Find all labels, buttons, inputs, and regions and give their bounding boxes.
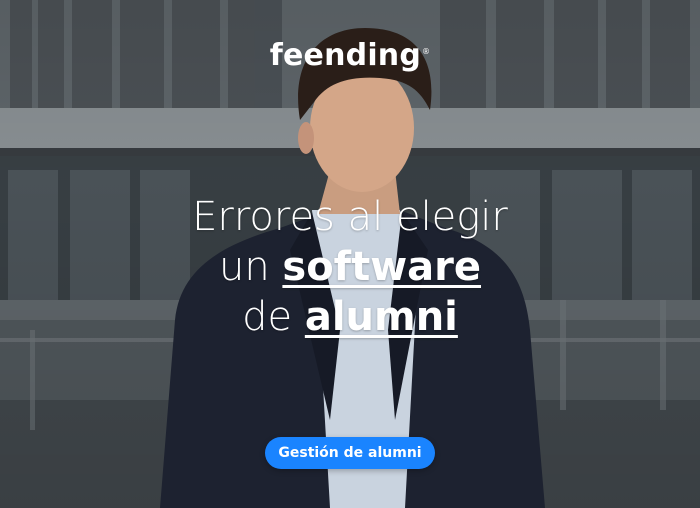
- headline-line-3-prefix: de: [242, 294, 305, 340]
- page-title: Errores al elegir un software de alumni: [0, 192, 700, 342]
- hero-banner: feending® Errores al elegir un software …: [0, 0, 700, 508]
- headline-emphasis-software: software: [282, 244, 482, 290]
- brand-name: feending: [269, 38, 422, 73]
- brand-logo: feending®: [0, 38, 700, 73]
- registered-mark: ®: [422, 47, 431, 56]
- gestion-alumni-button[interactable]: Gestión de alumni: [265, 437, 435, 469]
- headline-emphasis-alumni: alumni: [304, 294, 458, 340]
- headline-line-2: un software: [0, 242, 700, 292]
- headline-line-3: de alumni: [0, 292, 700, 342]
- headline-line-2-prefix: un: [218, 244, 283, 290]
- headline-line-1: Errores al elegir: [192, 194, 508, 240]
